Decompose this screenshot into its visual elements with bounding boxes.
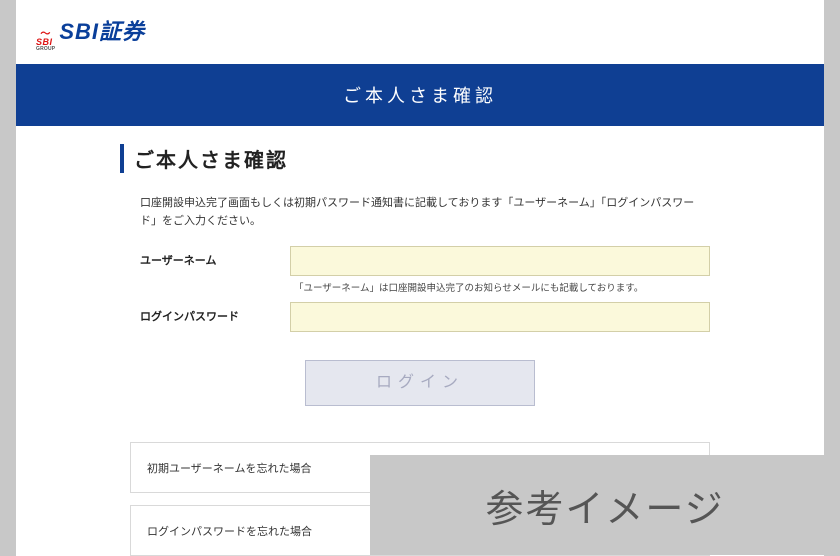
logo-text: SBI証券 <box>59 14 145 46</box>
logo-mark-icon: 〜 SBI GROUP <box>36 32 55 52</box>
login-button-wrap: ログイン <box>120 360 720 406</box>
banner-title: ご本人さま確認 <box>343 86 497 106</box>
header: 〜 SBI GROUP SBI証券 <box>16 0 824 64</box>
banner: ご本人さま確認 <box>16 64 824 126</box>
username-input[interactable] <box>290 246 710 276</box>
password-label: ログインパスワード <box>140 302 290 324</box>
username-row: ユーザーネーム 「ユーザーネーム」は口座開設申込完了のお知らせメールにも記載して… <box>140 246 710 294</box>
password-field-wrap <box>290 302 710 332</box>
username-field-wrap: 「ユーザーネーム」は口座開設申込完了のお知らせメールにも記載しております。 <box>290 246 710 294</box>
username-hint: 「ユーザーネーム」は口座開設申込完了のお知らせメールにも記載しております。 <box>294 280 710 294</box>
password-row: ログインパスワード <box>140 302 710 332</box>
password-input[interactable] <box>290 302 710 332</box>
instruction-text: 口座開設申込完了画面もしくは初期パスワード通知書に記載しております「ユーザーネー… <box>140 195 710 230</box>
reference-image-overlay: 参考イメージ <box>370 455 840 555</box>
forgot-password-label: ログインパスワードを忘れた場合 <box>147 523 312 539</box>
username-label: ユーザーネーム <box>140 246 290 268</box>
overlay-label: 参考イメージ <box>485 478 724 533</box>
section-title: ご本人さま確認 <box>120 144 720 173</box>
logo[interactable]: 〜 SBI GROUP SBI証券 <box>36 14 145 54</box>
login-button[interactable]: ログイン <box>305 360 535 406</box>
forgot-username-label: 初期ユーザーネームを忘れた場合 <box>147 460 311 476</box>
